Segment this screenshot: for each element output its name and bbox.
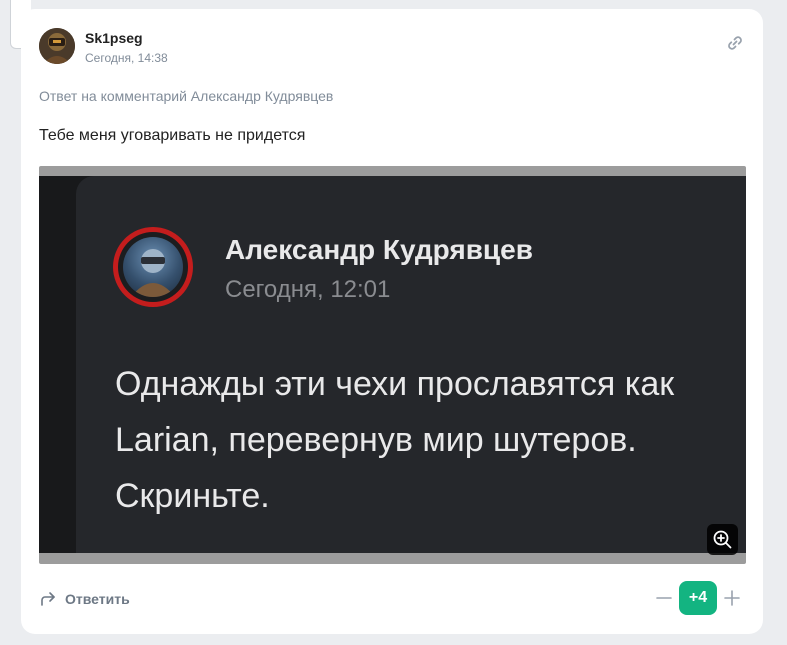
attached-screenshot[interactable]: Александр Кудрявцев Сегодня, 12:01 Однаж…: [39, 166, 746, 564]
screenshot-time: Сегодня, 12:01: [225, 276, 391, 303]
screenshot-avatar: [113, 227, 193, 307]
zoom-in-icon[interactable]: [707, 524, 738, 555]
minus-icon[interactable]: [655, 589, 673, 607]
link-icon[interactable]: [725, 33, 745, 53]
comment-card: Sk1pseg Сегодня, 14:38 Ответ на коммента…: [21, 9, 763, 634]
comment-time[interactable]: Сегодня, 14:38: [85, 51, 168, 65]
avatar[interactable]: [39, 28, 75, 64]
screenshot-text-line: Скриньте.: [115, 477, 270, 515]
screenshot-text-line: Larian, перевернув мир шутеров.: [115, 421, 637, 459]
author-name[interactable]: Sk1pseg: [85, 30, 143, 46]
screenshot-text: Однажды эти чехи прославятся как Larian,…: [115, 356, 746, 524]
reply-arrow-icon: [41, 592, 55, 606]
screenshot-text-line: Однажды эти чехи прославятся как: [115, 365, 675, 403]
vote-control: +4: [655, 581, 741, 615]
screenshot-background: Александр Кудрявцев Сегодня, 12:01 Однаж…: [39, 176, 746, 553]
reply-label: Ответить: [65, 591, 130, 607]
reply-button[interactable]: Ответить: [39, 588, 130, 610]
screenshot-author-name: Александр Кудрявцев: [225, 234, 533, 265]
plus-icon[interactable]: [723, 589, 741, 607]
score-badge: +4: [679, 581, 717, 615]
reply-to-label[interactable]: Ответ на комментарий Александр Кудрявцев: [39, 88, 333, 104]
avatar-image: [39, 28, 75, 64]
comment-text: Тебе меня уговаривать не придется: [39, 127, 306, 144]
